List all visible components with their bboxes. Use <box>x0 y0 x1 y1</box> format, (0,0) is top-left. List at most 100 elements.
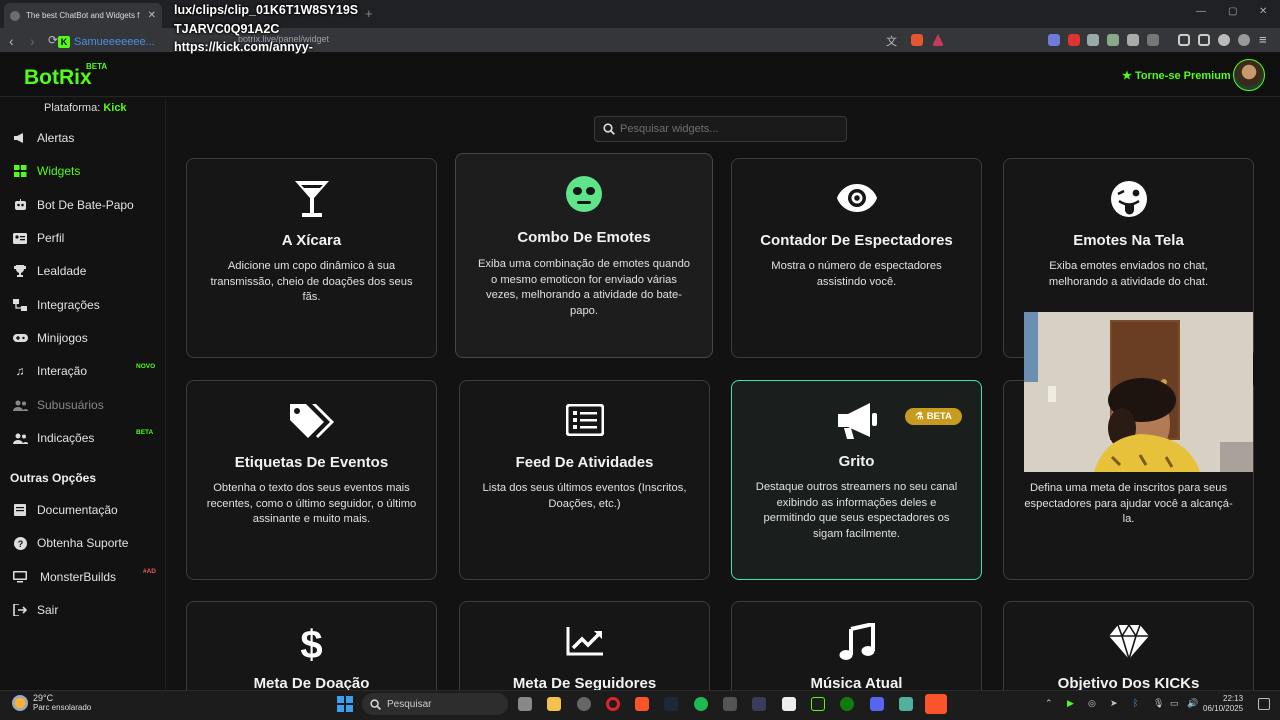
tray-app-icon[interactable]: ◎ <box>1088 698 1096 709</box>
sidebar-item-lealdade[interactable]: Lealdade <box>12 264 86 278</box>
spotify-icon[interactable] <box>694 697 708 711</box>
music-note-icon <box>732 623 981 661</box>
extension-2-icon[interactable] <box>1068 34 1080 46</box>
tray-kick-icon[interactable]: ▶ <box>1067 698 1074 709</box>
system-clock[interactable]: 22:13 06/10/2025 <box>1203 694 1243 714</box>
extensions-icon[interactable] <box>1127 34 1139 46</box>
users-icon <box>12 398 28 412</box>
widget-card-meta-de-seguidores[interactable]: Meta De Seguidores <box>459 601 710 701</box>
menu-icon[interactable]: ≡ <box>1259 32 1267 47</box>
kick-channel-shortcut[interactable]: K Samueeeeeee... <box>58 36 155 48</box>
platform-indicator: Plataforma: Kick <box>44 102 127 114</box>
widget-card-grito[interactable]: ⚗ BETA Grito Destaque outros streamers n… <box>731 380 982 580</box>
active-brave-icon[interactable] <box>925 694 947 714</box>
back-icon[interactable]: ‹ <box>9 33 14 49</box>
widget-description: Lista dos seus últimos eventos (Inscrito… <box>482 482 687 510</box>
avatar[interactable] <box>1233 59 1265 91</box>
notification-icon[interactable] <box>1258 698 1270 710</box>
sidebar-item-subusuarios[interactable]: Subusuários <box>12 398 104 412</box>
sidebar-item-documentacao[interactable]: Documentação <box>12 503 118 517</box>
widget-card-meta-de-doacao[interactable]: $ Meta De Doação <box>186 601 437 701</box>
app-icon[interactable] <box>752 697 766 711</box>
windows-start-icon[interactable] <box>337 696 353 712</box>
sidebar-item-bot-de-bate-papo[interactable]: Bot De Bate-Papo <box>12 198 134 212</box>
extension-5-icon[interactable] <box>1147 34 1159 46</box>
file-explorer-icon[interactable] <box>547 697 561 711</box>
widget-title: Contador De Espectadores <box>760 232 953 249</box>
sidebar <box>0 98 166 690</box>
megaphone-icon <box>12 131 28 145</box>
sidebar-toggle-icon[interactable] <box>1178 34 1190 46</box>
sidebar-item-monsterbuilds[interactable]: MonsterBuilds <box>12 570 116 584</box>
xbox-icon[interactable] <box>840 697 854 711</box>
sidebar-item-indicacoes[interactable]: Indicações <box>12 431 94 445</box>
sidebar-item-minijogos[interactable]: Minijogos <box>12 331 88 345</box>
premium-link[interactable]: ★ Torne-se Premium <box>1122 69 1231 82</box>
weather-condition: Parc ensolarado <box>33 703 92 712</box>
sidebar-item-sair[interactable]: Sair <box>12 603 58 617</box>
widget-card-contador-de-espectadores[interactable]: Contador De Espectadores Mostra o número… <box>731 158 982 358</box>
discord-icon[interactable] <box>870 697 884 711</box>
botrix-logo[interactable]: BotRix <box>24 66 92 90</box>
translate-icon[interactable]: 文 <box>886 33 897 49</box>
browser-tab[interactable]: The best ChatBot and Widgets f ✕ <box>4 3 162 28</box>
network-icon[interactable]: ▭ <box>1170 698 1179 709</box>
sidebar-item-perfil[interactable]: Perfil <box>12 231 64 245</box>
volume-icon[interactable]: 🔊 <box>1187 698 1198 709</box>
sidebar-item-label: Obtenha Suporte <box>37 536 129 550</box>
app-icon[interactable] <box>899 697 913 711</box>
leo-ai-icon[interactable] <box>1218 34 1230 46</box>
tab-favicon-icon <box>10 10 20 21</box>
robot-icon <box>12 198 28 212</box>
new-tab-icon[interactable]: + <box>365 6 373 21</box>
platform-label: Plataforma: <box>44 102 101 114</box>
tray-app-icon[interactable]: ➤ <box>1110 698 1118 709</box>
steam-icon[interactable] <box>664 697 678 711</box>
microphone-icon[interactable]: 🎙 <box>1153 698 1164 709</box>
sidebar-item-obtenha-suporte[interactable]: ? Obtenha Suporte <box>12 536 128 550</box>
flask-icon: ⚗ <box>915 411 924 422</box>
tab-close-icon[interactable]: ✕ <box>148 10 156 21</box>
extension-4-icon[interactable] <box>1107 34 1119 46</box>
sidebar-item-widgets[interactable]: Widgets <box>12 164 80 178</box>
sidebar-item-label: Minijogos <box>37 331 88 345</box>
app-icon[interactable] <box>577 697 591 711</box>
vpn-icon[interactable] <box>1238 34 1250 46</box>
sidebar-item-label: Sair <box>37 603 59 617</box>
sidebar-item-interacao[interactable]: ♫ Interação <box>12 364 88 378</box>
widget-card-objetivo-dos-kicks[interactable]: Objetivo Dos KICKs <box>1003 601 1254 701</box>
task-view-icon[interactable] <box>518 697 532 711</box>
cocktail-icon <box>187 180 436 218</box>
widget-card-feed-de-atividades[interactable]: Feed De Atividades Lista dos seus último… <box>459 380 710 580</box>
sidebar-item-integracoes[interactable]: Integrações <box>12 298 100 312</box>
opera-icon[interactable] <box>606 697 620 711</box>
brave-shield-icon[interactable] <box>911 34 923 46</box>
sidebar-item-alertas[interactable]: Alertas <box>12 131 74 145</box>
kick-app-icon[interactable] <box>811 697 825 711</box>
wallet-icon[interactable] <box>1198 34 1210 46</box>
minimize-icon[interactable]: — <box>1196 6 1206 17</box>
tray-overflow-icon[interactable]: ⌃ <box>1045 698 1053 709</box>
window-close-icon[interactable]: ✕ <box>1259 6 1267 17</box>
extension-3-icon[interactable] <box>1087 34 1099 46</box>
bluetooth-icon[interactable]: ᛒ <box>1133 698 1138 708</box>
widget-card-musica-atual[interactable]: Música Atual <box>731 601 982 701</box>
extension-1-icon[interactable] <box>1048 34 1060 46</box>
tags-icon <box>187 402 436 442</box>
taskbar-search[interactable]: Pesquisar <box>362 693 508 715</box>
search-widgets-input[interactable]: Pesquisar widgets... <box>594 116 847 142</box>
forward-icon[interactable]: › <box>30 33 35 49</box>
weather-widget[interactable]: 29°C Parc ensolarado <box>33 693 91 713</box>
sidebar-item-label: Indicações <box>37 431 95 445</box>
sidebar-item-label: Subusuários <box>37 398 104 412</box>
widget-card-etiquetas-de-eventos[interactable]: Etiquetas De Eventos Obtenha o texto dos… <box>186 380 437 580</box>
notepad-icon[interactable] <box>782 697 796 711</box>
app-icon[interactable] <box>723 697 737 711</box>
maximize-icon[interactable]: ▢ <box>1228 6 1237 17</box>
book-icon <box>12 503 28 517</box>
widget-card-combo-de-emotes[interactable]: Combo De Emotes Exiba uma combinação de … <box>455 153 713 358</box>
sidebar-item-label: Integrações <box>37 298 100 312</box>
reload-icon[interactable]: ⟳ <box>48 33 58 47</box>
widget-card-a-xicara[interactable]: A Xícara Adicione um copo dinâmico à sua… <box>186 158 437 358</box>
brave-icon[interactable] <box>635 697 649 711</box>
